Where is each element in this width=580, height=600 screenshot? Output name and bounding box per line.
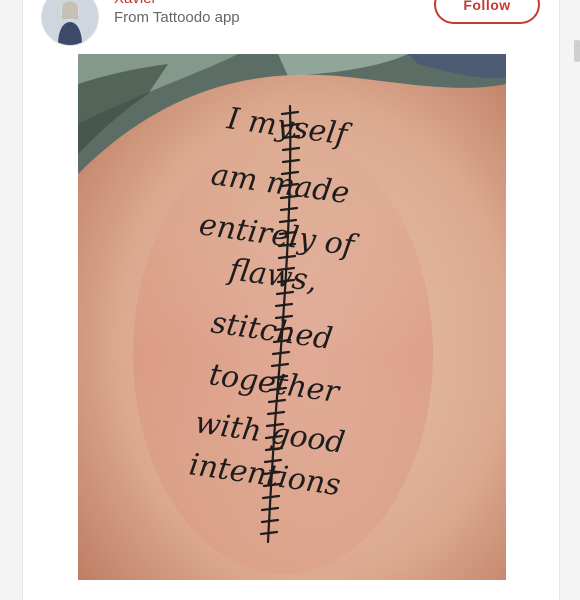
post-card: Xavier From Tattoodo app Follow (22, 0, 560, 600)
scrollbar-thumb[interactable] (574, 40, 580, 62)
follow-button[interactable]: Follow (434, 0, 540, 24)
avatar-photo-icon (42, 0, 98, 45)
tattoo-photo[interactable]: I myself am made entirely of flaws, stit… (78, 54, 506, 580)
tattoo-image: I myself am made entirely of flaws, stit… (78, 54, 506, 580)
author-name[interactable]: Xavier (114, 0, 157, 8)
avatar[interactable] (41, 0, 99, 46)
post-header: Xavier From Tattoodo app Follow (23, 0, 559, 54)
post-source: From Tattoodo app (114, 9, 240, 26)
